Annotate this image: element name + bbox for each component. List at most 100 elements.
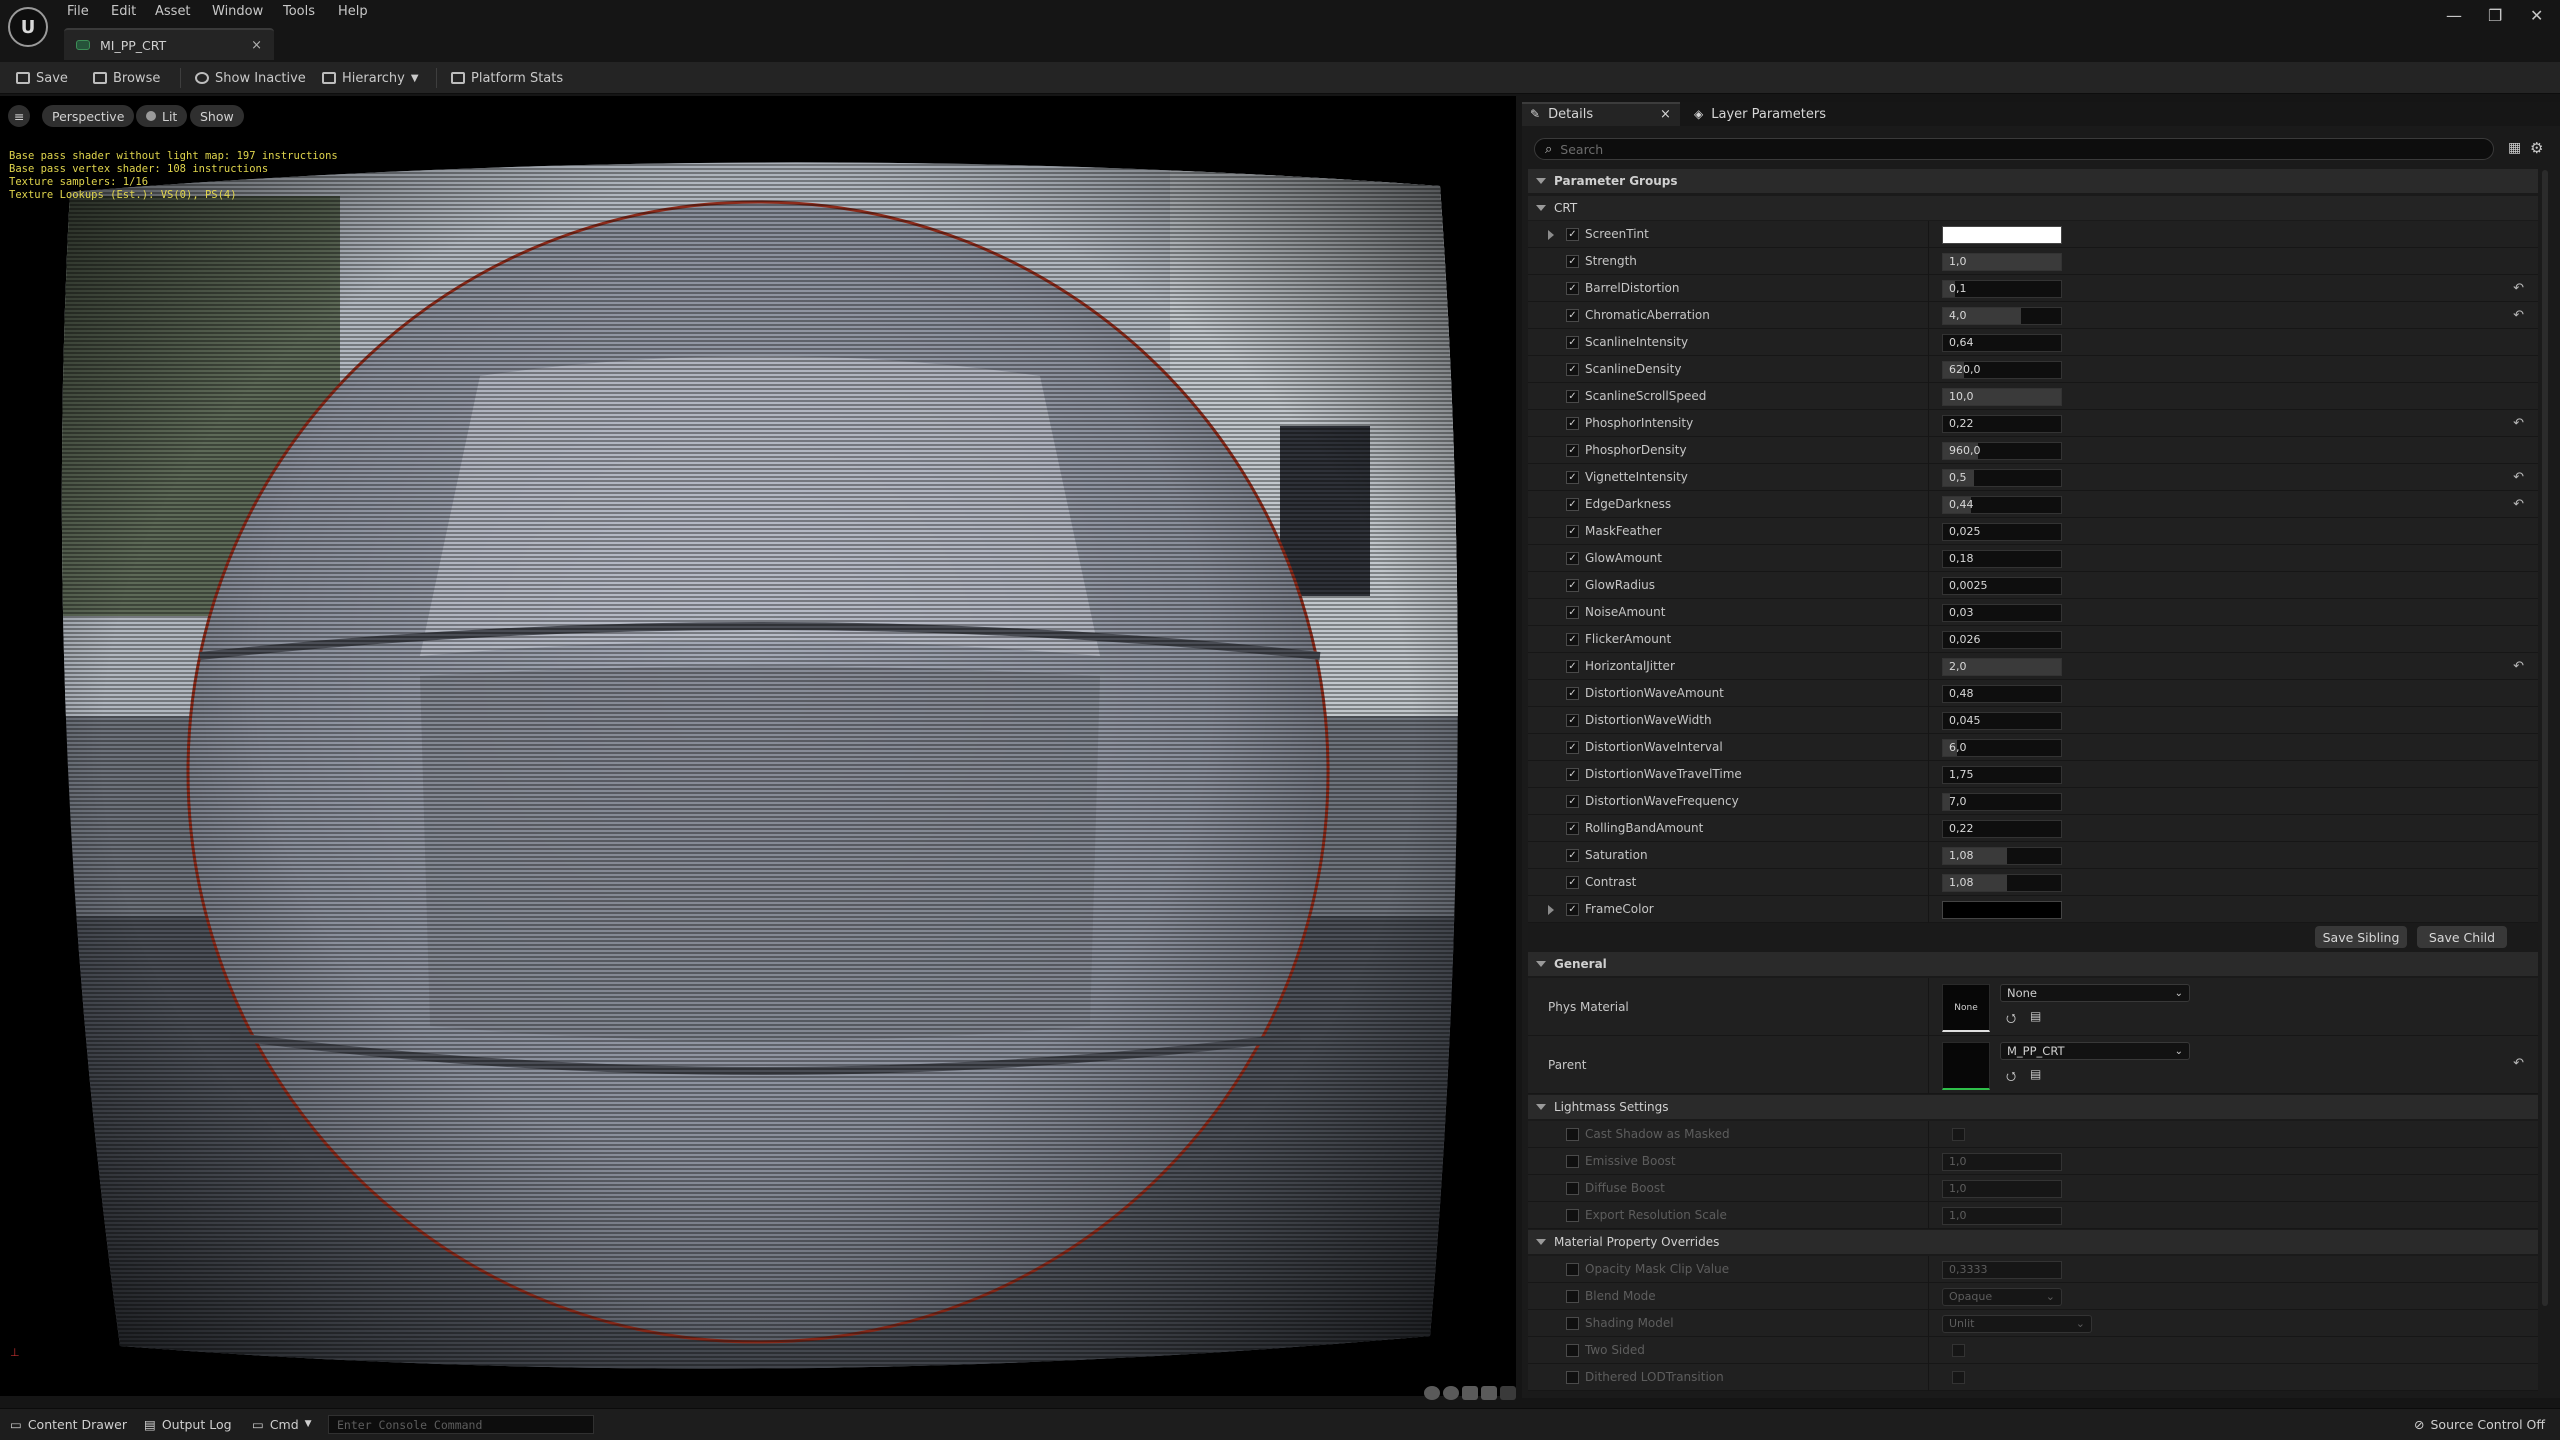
param-value-slider[interactable]: 0,3333 [1942,1261,2062,1279]
output-log-button[interactable]: ▤ Output Log [144,1414,232,1434]
param-override-checkbox[interactable]: ✓ [1566,336,1579,349]
tab-layer-parameters[interactable]: ◈ Layer Parameters [1694,102,1826,126]
param-override-checkbox[interactable]: ✓ [1566,390,1579,403]
column-splitter[interactable] [1928,329,1929,356]
save-sibling-button[interactable]: Save Sibling [2315,926,2407,948]
menu-file[interactable]: File [67,4,89,19]
property-matrix-icon[interactable]: ▦ [2508,140,2521,156]
param-override-checkbox[interactable] [1566,1344,1579,1357]
param-override-checkbox[interactable] [1566,1317,1579,1330]
reset-to-default-icon[interactable]: ↶ [2513,281,2524,296]
param-override-checkbox[interactable]: ✓ [1566,633,1579,646]
column-splitter[interactable] [1928,410,1929,437]
console-input[interactable]: Enter Console Command [328,1415,594,1434]
show-inactive-button[interactable]: Show Inactive [195,68,306,88]
cmd-dropdown[interactable]: ▭ Cmd ▼ [252,1414,312,1434]
column-splitter[interactable] [1928,680,1929,707]
column-splitter[interactable] [1928,491,1929,518]
column-splitter[interactable] [1928,1148,1929,1175]
content-drawer-button[interactable]: ▭ Content Drawer [10,1414,127,1434]
close-window-button[interactable]: ✕ [2530,6,2543,25]
param-override-checkbox[interactable] [1566,1290,1579,1303]
column-splitter[interactable] [1928,815,1929,842]
param-value-slider[interactable]: 0,025 [1942,523,2062,541]
platform-stats-button[interactable]: Platform Stats [451,68,563,88]
param-override-checkbox[interactable] [1566,1371,1579,1384]
hierarchy-button[interactable]: Hierarchy ▼ [322,68,419,88]
column-splitter[interactable] [1928,437,1929,464]
param-value-slider[interactable]: 10,0 [1942,388,2062,406]
expand-arrow-icon[interactable] [1548,230,1554,240]
minimize-button[interactable]: — [2446,6,2462,25]
use-selected-icon[interactable]: ⭯ [2006,1067,2016,1088]
column-splitter[interactable] [1928,248,1929,275]
column-splitter[interactable] [1928,978,1929,1036]
column-splitter[interactable] [1928,707,1929,734]
cylinder-icon[interactable] [1424,1386,1440,1400]
menu-help[interactable]: Help [338,4,368,19]
param-value-slider[interactable]: 1,0 [1942,1207,2062,1225]
column-splitter[interactable] [1928,1121,1929,1148]
param-value-slider[interactable]: 0,22 [1942,820,2062,838]
param-value-slider[interactable]: 0,1 [1942,280,2062,298]
param-value-slider[interactable]: 1,08 [1942,874,2062,892]
param-override-checkbox[interactable] [1566,1128,1579,1141]
param-override-checkbox[interactable]: ✓ [1566,255,1579,268]
param-value-slider[interactable]: 1,08 [1942,847,2062,865]
param-override-checkbox[interactable]: ✓ [1566,903,1579,916]
param-override-checkbox[interactable]: ✓ [1566,687,1579,700]
sphere-icon[interactable] [1443,1386,1459,1400]
plane-icon[interactable] [1462,1386,1478,1400]
param-override-checkbox[interactable]: ✓ [1566,795,1579,808]
column-splitter[interactable] [1928,383,1929,410]
column-splitter[interactable] [1928,302,1929,329]
column-splitter[interactable] [1928,1256,1929,1283]
reset-to-default-icon[interactable]: ↶ [2513,470,2524,485]
save-button[interactable]: Save [16,68,68,88]
search-input[interactable]: ⌕ Search [1534,138,2494,160]
column-splitter[interactable] [1928,869,1929,896]
param-value-slider[interactable]: 0,48 [1942,685,2062,703]
column-splitter[interactable] [1928,626,1929,653]
param-override-checkbox[interactable]: ✓ [1566,579,1579,592]
param-value-slider[interactable]: 960,0 [1942,442,2062,460]
close-tab-icon[interactable]: × [251,38,262,53]
param-value-slider[interactable]: 0,03 [1942,604,2062,622]
param-override-checkbox[interactable] [1566,1155,1579,1168]
lit-button[interactable]: Lit [136,105,188,127]
menu-asset[interactable]: Asset [155,4,191,19]
column-splitter[interactable] [1928,653,1929,680]
expand-arrow-icon[interactable] [1548,905,1554,915]
reset-to-default-icon[interactable]: ↶ [2513,1056,2524,1071]
reset-to-default-icon[interactable]: ↶ [2513,659,2524,674]
cube-icon[interactable] [1481,1386,1497,1400]
browse-folder-icon[interactable]: ▤ [2030,1067,2041,1081]
column-splitter[interactable] [1928,734,1929,761]
menu-edit[interactable]: Edit [111,4,136,19]
param-override-checkbox[interactable]: ✓ [1566,282,1579,295]
param-value-slider[interactable]: 1,0 [1942,1153,2062,1171]
restore-button[interactable]: ❐ [2488,6,2502,25]
param-override-checkbox[interactable]: ✓ [1566,876,1579,889]
param-override-checkbox[interactable]: ✓ [1566,228,1579,241]
column-splitter[interactable] [1928,356,1929,383]
param-override-checkbox[interactable]: ✓ [1566,768,1579,781]
details-scrollbar[interactable] [2542,170,2548,1306]
reset-to-default-icon[interactable]: ↶ [2513,308,2524,323]
param-override-checkbox[interactable]: ✓ [1566,741,1579,754]
param-value-slider[interactable]: 0,045 [1942,712,2062,730]
column-splitter[interactable] [1928,518,1929,545]
column-splitter[interactable] [1928,572,1929,599]
column-splitter[interactable] [1928,1337,1929,1364]
param-value-slider[interactable]: 1,0 [1942,253,2062,271]
param-override-checkbox[interactable]: ✓ [1566,822,1579,835]
tab-details[interactable]: ✎ Details [1530,102,1593,126]
menu-window[interactable]: Window [212,4,263,19]
menu-tools[interactable]: Tools [283,4,315,19]
value-checkbox[interactable] [1952,1344,1965,1357]
param-override-checkbox[interactable]: ✓ [1566,849,1579,862]
param-value-slider[interactable]: 0,64 [1942,334,2062,352]
column-splitter[interactable] [1928,221,1929,248]
param-override-checkbox[interactable]: ✓ [1566,471,1579,484]
gear-icon[interactable]: ⚙ [2530,139,2543,157]
